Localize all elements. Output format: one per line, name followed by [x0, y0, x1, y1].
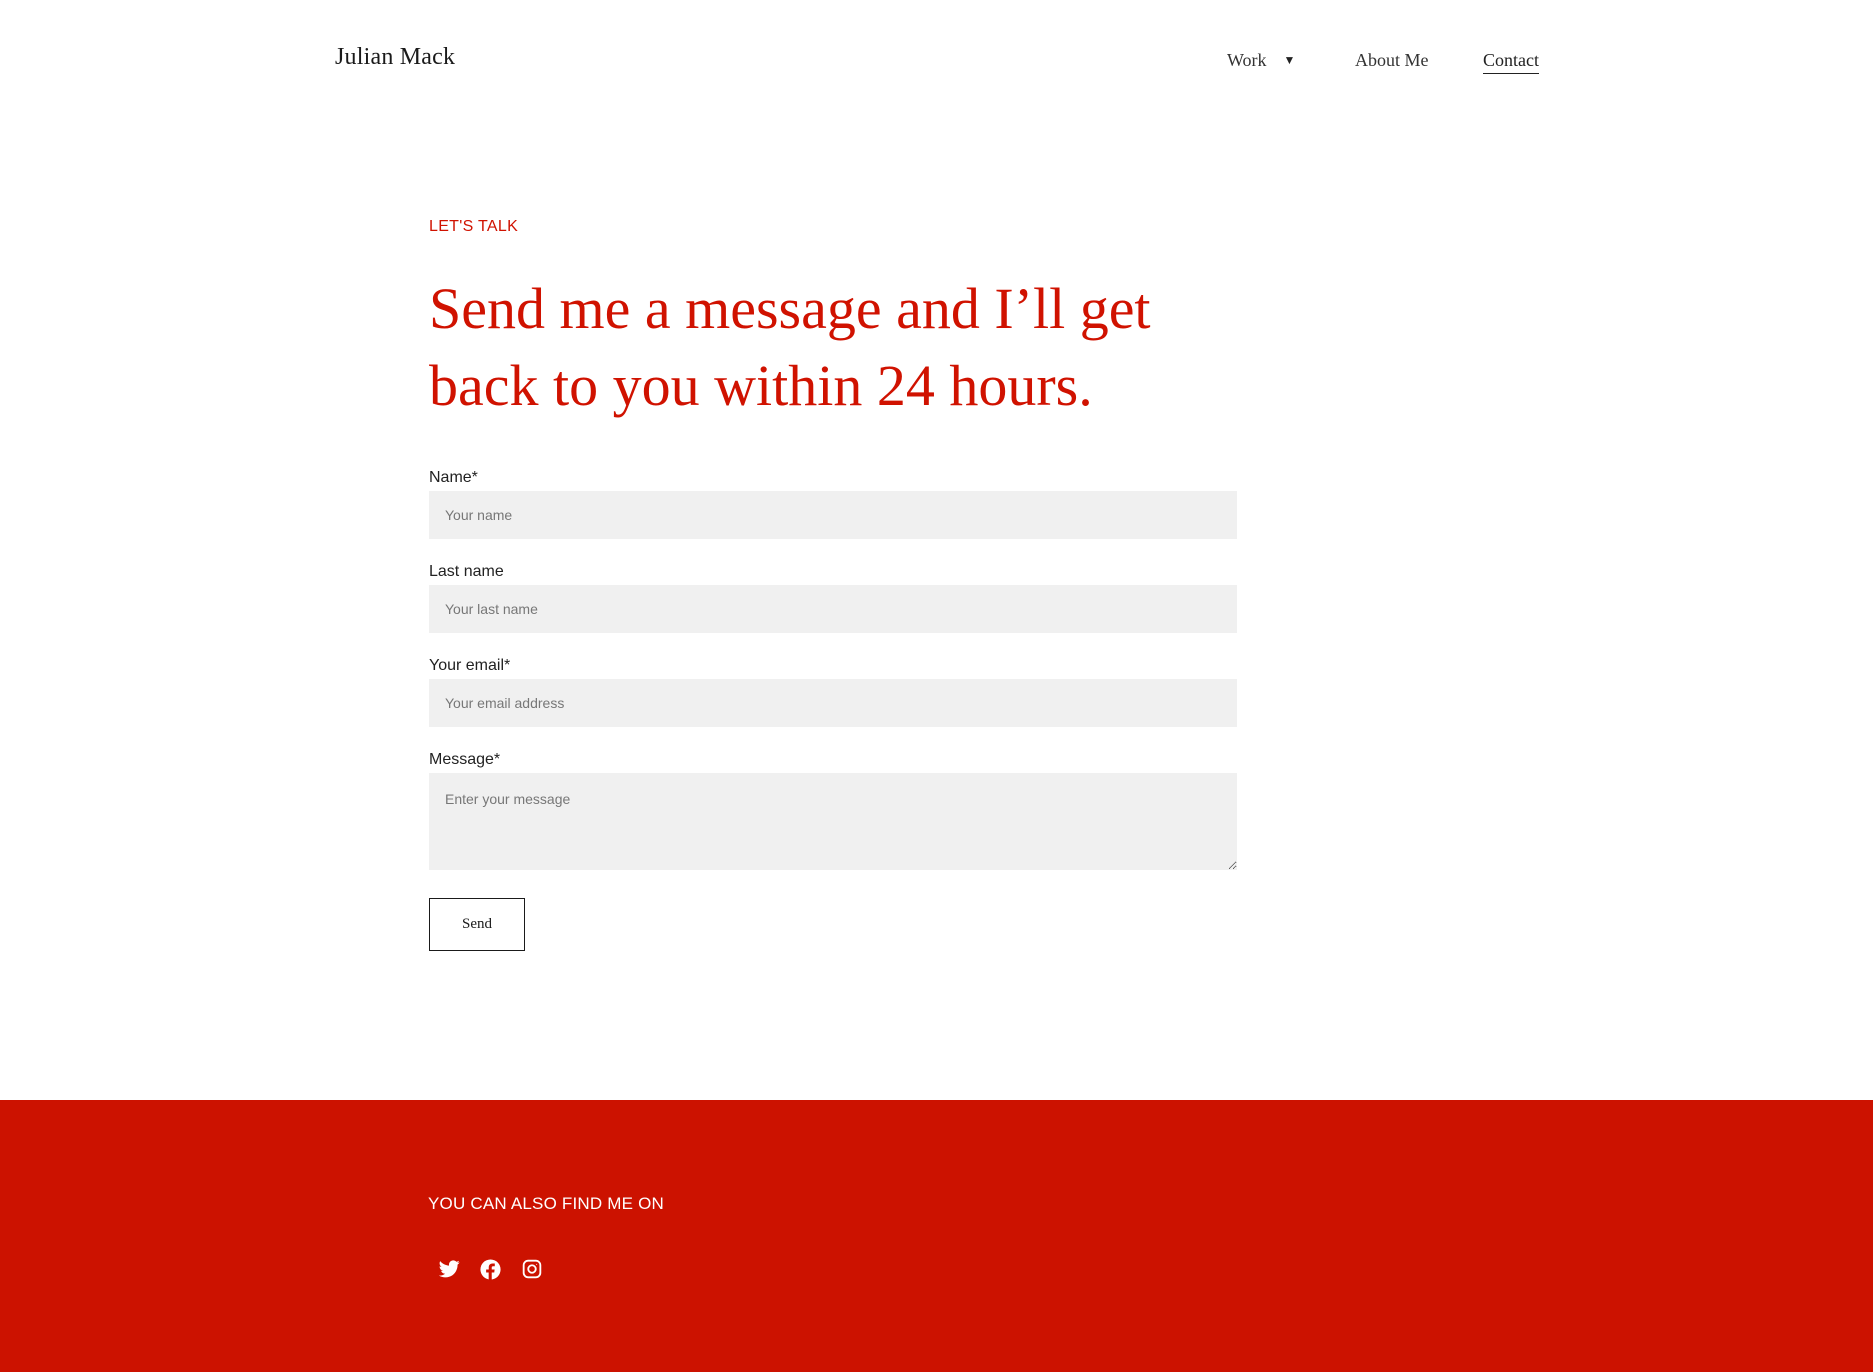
name-input[interactable]	[429, 491, 1237, 539]
nav-item-work-label: Work	[1227, 50, 1267, 70]
section-eyebrow: LET'S TALK	[429, 218, 519, 235]
send-button[interactable]: Send	[429, 898, 525, 951]
page-headline: Send me a message and I’ll get back to y…	[429, 276, 1151, 418]
footer-title: YOU CAN ALSO FIND ME ON	[428, 1194, 665, 1213]
message-label: Message*	[429, 751, 501, 768]
message-textarea[interactable]	[429, 773, 1237, 870]
last-name-input[interactable]	[429, 585, 1237, 633]
email-input[interactable]	[429, 679, 1237, 727]
email-label: Your email*	[429, 657, 511, 674]
nav-item-about[interactable]: About Me	[1355, 50, 1429, 71]
twitter-icon[interactable]	[437, 1257, 461, 1281]
name-label: Name*	[429, 469, 478, 486]
nav-item-contact[interactable]: Contact	[1483, 50, 1539, 74]
main-nav: Work ▼ About Me Contact	[0, 50, 1873, 80]
site-header: Julian Mack Work ▼ About Me Contact	[0, 0, 1873, 125]
instagram-icon[interactable]	[520, 1257, 544, 1281]
nav-item-work[interactable]: Work ▼	[1227, 50, 1295, 71]
facebook-icon[interactable]	[478, 1257, 502, 1281]
caret-down-icon: ▼	[1283, 53, 1296, 67]
last-name-label: Last name	[429, 563, 504, 580]
site-footer: YOU CAN ALSO FIND ME ON	[0, 1100, 1873, 1372]
